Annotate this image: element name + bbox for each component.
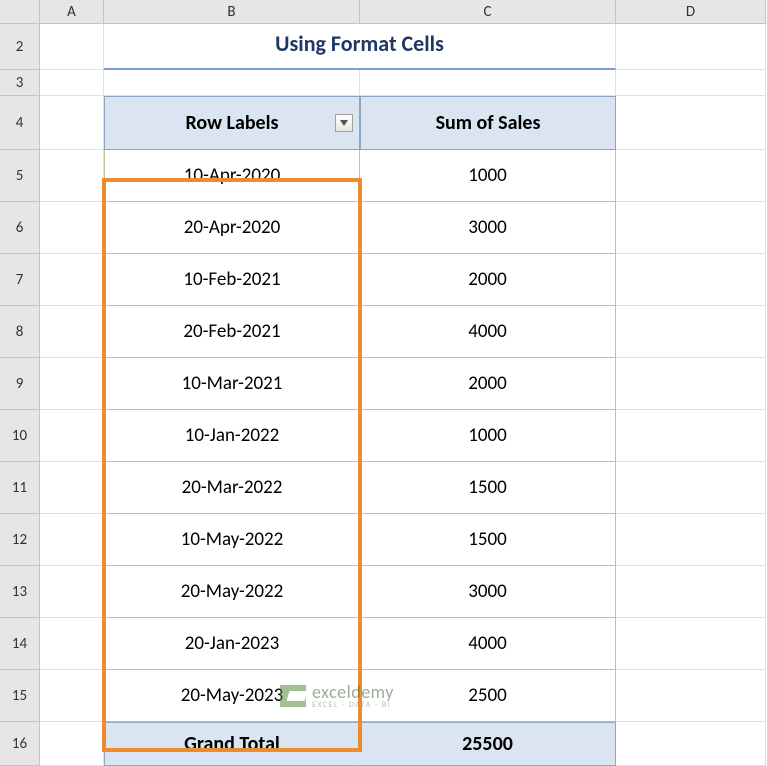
row-header-2[interactable]: 2 bbox=[0, 24, 40, 70]
cell-D3[interactable] bbox=[616, 70, 766, 96]
table-row[interactable]: 2000 bbox=[360, 358, 616, 410]
cell-D7[interactable] bbox=[616, 254, 766, 306]
cell-D14[interactable] bbox=[616, 618, 766, 670]
row-header-4[interactable]: 4 bbox=[0, 96, 40, 150]
row-header-14[interactable]: 14 bbox=[0, 618, 40, 670]
cell-D5[interactable] bbox=[616, 150, 766, 202]
cell-D16[interactable] bbox=[616, 722, 766, 766]
table-row[interactable]: 20-May-2022 bbox=[104, 566, 360, 618]
pivot-header-rowlabels-text: Row Labels bbox=[185, 111, 278, 135]
cell-A7[interactable] bbox=[40, 254, 104, 306]
col-header-B[interactable]: B bbox=[104, 0, 360, 24]
cell-A6[interactable] bbox=[40, 202, 104, 254]
table-row[interactable]: 4000 bbox=[360, 306, 616, 358]
row-header-3[interactable]: 3 bbox=[0, 70, 40, 96]
row-header-11[interactable]: 11 bbox=[0, 462, 40, 514]
row-header-9[interactable]: 9 bbox=[0, 358, 40, 410]
row-header-5[interactable]: 5 bbox=[0, 150, 40, 202]
cell-D10[interactable] bbox=[616, 410, 766, 462]
table-row[interactable]: 20-May-2023 bbox=[104, 670, 360, 722]
table-row[interactable]: 10-Apr-2020 bbox=[104, 150, 360, 202]
cell-A10[interactable] bbox=[40, 410, 104, 462]
row-header-15[interactable]: 15 bbox=[0, 670, 40, 722]
cell-A8[interactable] bbox=[40, 306, 104, 358]
cell-A16[interactable] bbox=[40, 722, 104, 766]
table-row[interactable]: 3000 bbox=[360, 566, 616, 618]
cell-D15[interactable] bbox=[616, 670, 766, 722]
spreadsheet-grid[interactable]: A B C D 2 Using Format Cells 3 4 Row Lab… bbox=[0, 0, 767, 766]
grand-total-value[interactable]: 25500 bbox=[360, 722, 616, 766]
cell-D13[interactable] bbox=[616, 566, 766, 618]
cell-A12[interactable] bbox=[40, 514, 104, 566]
table-row[interactable]: 2500 bbox=[360, 670, 616, 722]
cell-A5[interactable] bbox=[40, 150, 104, 202]
table-row[interactable]: 10-Feb-2021 bbox=[104, 254, 360, 306]
cell-A13[interactable] bbox=[40, 566, 104, 618]
grand-total-label[interactable]: Grand Total bbox=[104, 722, 360, 766]
table-row[interactable]: 4000 bbox=[360, 618, 616, 670]
cell-A2[interactable] bbox=[40, 24, 104, 70]
col-header-C[interactable]: C bbox=[360, 0, 616, 24]
table-row[interactable]: 10-Jan-2022 bbox=[104, 410, 360, 462]
cell-A4[interactable] bbox=[40, 96, 104, 150]
pivot-header-sumsales[interactable]: Sum of Sales bbox=[360, 96, 616, 150]
cell-D4[interactable] bbox=[616, 96, 766, 150]
cell-D9[interactable] bbox=[616, 358, 766, 410]
cell-A15[interactable] bbox=[40, 670, 104, 722]
cell-D8[interactable] bbox=[616, 306, 766, 358]
cell-A9[interactable] bbox=[40, 358, 104, 410]
table-row[interactable]: 3000 bbox=[360, 202, 616, 254]
cell-B3[interactable] bbox=[104, 70, 360, 96]
table-row[interactable]: 10-Mar-2021 bbox=[104, 358, 360, 410]
table-row[interactable]: 20-Jan-2023 bbox=[104, 618, 360, 670]
row-header-10[interactable]: 10 bbox=[0, 410, 40, 462]
table-row[interactable]: 2000 bbox=[360, 254, 616, 306]
table-row[interactable]: 1500 bbox=[360, 462, 616, 514]
row-header-16[interactable]: 16 bbox=[0, 722, 40, 766]
table-row[interactable]: 20-Feb-2021 bbox=[104, 306, 360, 358]
cell-D2[interactable] bbox=[616, 24, 766, 70]
cell-A14[interactable] bbox=[40, 618, 104, 670]
cell-D12[interactable] bbox=[616, 514, 766, 566]
table-row[interactable]: 1500 bbox=[360, 514, 616, 566]
pivot-header-rowlabels[interactable]: Row Labels bbox=[104, 96, 360, 150]
row-header-12[interactable]: 12 bbox=[0, 514, 40, 566]
row-header-8[interactable]: 8 bbox=[0, 306, 40, 358]
select-all-corner[interactable] bbox=[0, 0, 40, 24]
row-header-7[interactable]: 7 bbox=[0, 254, 40, 306]
cell-A11[interactable] bbox=[40, 462, 104, 514]
filter-dropdown-icon[interactable] bbox=[335, 114, 353, 132]
col-header-D[interactable]: D bbox=[616, 0, 766, 24]
col-header-A[interactable]: A bbox=[40, 0, 104, 24]
row-header-6[interactable]: 6 bbox=[0, 202, 40, 254]
cell-A3[interactable] bbox=[40, 70, 104, 96]
table-row[interactable]: 10-May-2022 bbox=[104, 514, 360, 566]
table-row[interactable]: 1000 bbox=[360, 410, 616, 462]
cell-D11[interactable] bbox=[616, 462, 766, 514]
row-header-13[interactable]: 13 bbox=[0, 566, 40, 618]
table-row[interactable]: 1000 bbox=[360, 150, 616, 202]
page-title[interactable]: Using Format Cells bbox=[104, 24, 616, 70]
table-row[interactable]: 20-Mar-2022 bbox=[104, 462, 360, 514]
cell-C3[interactable] bbox=[360, 70, 616, 96]
cell-D6[interactable] bbox=[616, 202, 766, 254]
table-row[interactable]: 20-Apr-2020 bbox=[104, 202, 360, 254]
